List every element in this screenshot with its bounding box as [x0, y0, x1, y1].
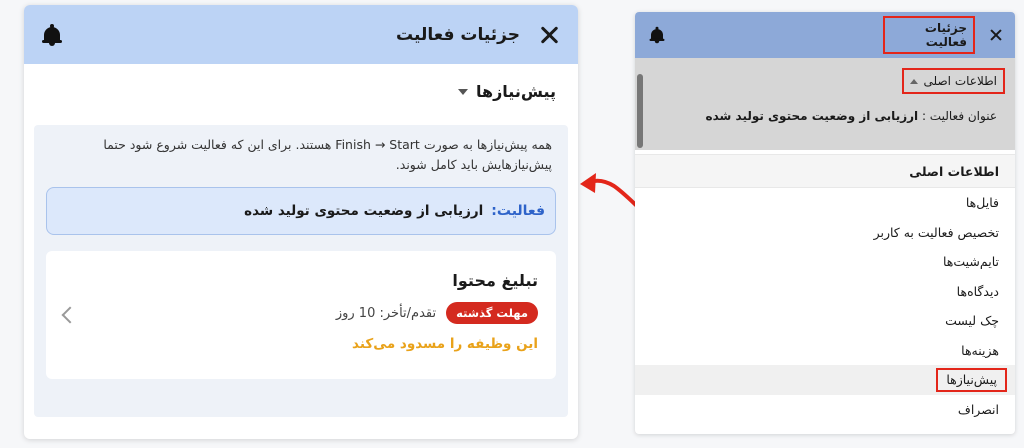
field-label: عنوان فعالیت :	[921, 109, 997, 123]
menu-item-assign-user[interactable]: تخصیص فعالیت به کاربر	[635, 218, 1015, 248]
prerequisite-title: تبلیغ محتوا	[452, 271, 538, 290]
prerequisite-card[interactable]: تبلیغ محتوا مهلت گذشته تقدم/تأخر: 10 روز…	[46, 251, 556, 379]
header-title-group-small: جزئیات فعالیت	[667, 16, 1003, 54]
field-value: ارزیابی از وضعیت محتوی تولید شده	[705, 109, 919, 123]
menu-item-files[interactable]: فایل‌ها	[635, 188, 1015, 218]
activity-value: ارزیابی از وضعیت محتوی تولید شده	[244, 203, 484, 219]
activity-details-panel-zoomed: جزئیات فعالیت پیش‌نیازها همه پیش‌نیازها …	[24, 5, 578, 439]
menu-item-timesheets[interactable]: تایم‌شیت‌ها	[635, 247, 1015, 277]
section-menu: فایل‌ها تخصیص فعالیت به کاربر تایم‌شیت‌ه…	[635, 188, 1015, 424]
panel-title: جزئیات فعالیت	[396, 24, 520, 45]
menu-item-prerequisites-label: پیش‌نیازها	[936, 368, 1007, 392]
delay-text: تقدم/تأخر: 10 روز	[335, 305, 437, 321]
prerequisites-body: همه پیش‌نیازها به صورت Finish → Start هس…	[34, 125, 568, 417]
blocking-warning: این وظیفه را مسدود می‌کند	[352, 336, 538, 352]
menu-item-costs[interactable]: هزینه‌ها	[635, 336, 1015, 366]
prerequisite-meta: مهلت گذشته تقدم/تأخر: 10 روز	[64, 302, 538, 324]
bell-icon[interactable]	[42, 23, 62, 46]
panel-header: جزئیات فعالیت	[24, 5, 578, 64]
bell-icon[interactable]	[649, 26, 665, 44]
main-info-toggle[interactable]: اطلاعات اصلی	[901, 68, 1005, 94]
activity-details-panel: جزئیات فعالیت اطلاعات اصلی عنوان فعالیت …	[635, 12, 1015, 434]
info-text: همه پیش‌نیازها به صورت Finish → Start هس…	[103, 137, 552, 172]
close-icon[interactable]	[989, 28, 1003, 42]
overdue-badge: مهلت گذشته	[446, 302, 538, 324]
menu-item-cancel[interactable]: انصراف	[635, 395, 1015, 425]
menu-item-prerequisites[interactable]: پیش‌نیازها	[635, 365, 1015, 395]
activity-label: فعالیت:	[491, 203, 545, 219]
menu-item-checklist[interactable]: چک لیست	[635, 306, 1015, 336]
activity-box: فعالیت: ارزیابی از وضعیت محتوی تولید شده	[46, 187, 556, 235]
main-info-label: اطلاعات اصلی	[923, 74, 997, 88]
prerequisites-section-toggle[interactable]: پیش‌نیازها	[24, 64, 578, 101]
section-main-info[interactable]: اطلاعات اصلی	[635, 154, 1015, 188]
activity-title-field: عنوان فعالیت : ارزیابی از وضعیت محتوی تو…	[706, 109, 997, 123]
close-icon[interactable]	[538, 24, 560, 46]
scrollbar[interactable]	[637, 74, 643, 148]
caret-up-icon	[909, 78, 918, 84]
menu-item-comments[interactable]: دیدگاه‌ها	[635, 277, 1015, 307]
panel-header-small: جزئیات فعالیت	[635, 12, 1015, 58]
header-title-group: جزئیات فعالیت	[396, 24, 560, 46]
section-title: پیش‌نیازها	[475, 82, 556, 101]
caret-down-icon	[457, 88, 468, 95]
panel-title-highlighted: جزئیات فعالیت	[883, 16, 975, 54]
stage: جزئیات فعالیت پیش‌نیازها همه پیش‌نیازها …	[0, 0, 1024, 448]
